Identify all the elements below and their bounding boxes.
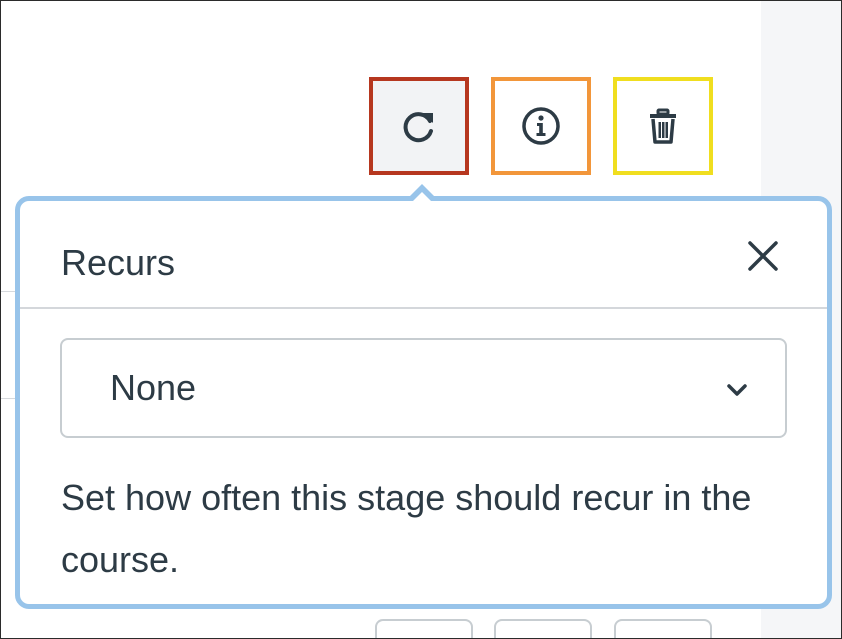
refresh-icon bbox=[403, 112, 433, 143]
recurs-select[interactable]: None bbox=[60, 338, 787, 438]
partial-button[interactable] bbox=[494, 619, 592, 638]
popover-caret-fill bbox=[411, 192, 433, 203]
close-icon bbox=[748, 241, 778, 271]
partial-button[interactable] bbox=[614, 619, 712, 638]
close-button[interactable] bbox=[738, 231, 788, 281]
info-button[interactable] bbox=[491, 77, 591, 175]
popover-title: Recurs bbox=[61, 242, 176, 283]
recurrence-button[interactable] bbox=[369, 77, 469, 175]
background-divider bbox=[1, 291, 15, 292]
partial-button[interactable] bbox=[375, 619, 473, 638]
delete-button[interactable] bbox=[613, 77, 713, 175]
recurs-select-value: None bbox=[110, 367, 197, 408]
chevron-down-icon bbox=[722, 375, 752, 405]
info-icon bbox=[522, 107, 560, 145]
app-frame: Recurs None Set how often this stage sho… bbox=[0, 0, 842, 639]
recurs-popover: Recurs None Set how often this stage sho… bbox=[15, 196, 832, 609]
trash-icon bbox=[650, 108, 676, 144]
popover-header: Recurs bbox=[20, 201, 827, 309]
background-divider bbox=[1, 398, 15, 399]
recurs-help-text: Set how often this stage should recur in… bbox=[61, 477, 752, 580]
